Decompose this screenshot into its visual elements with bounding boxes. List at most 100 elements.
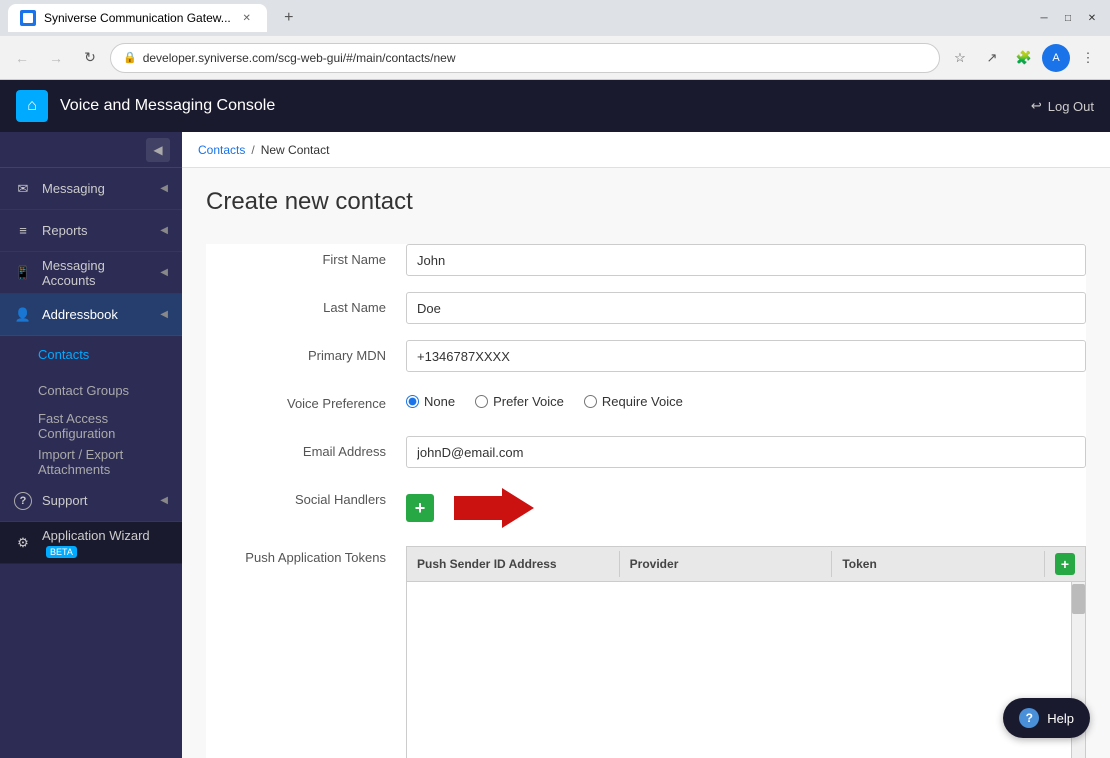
add-push-token-button[interactable]: + [1055, 553, 1075, 575]
browser-tab[interactable]: Syniverse Communication Gatew... ✕ [8, 4, 267, 32]
primary-mdn-input[interactable] [406, 340, 1086, 372]
logout-label: Log Out [1048, 99, 1094, 114]
voice-radio-prefer[interactable] [475, 395, 488, 408]
logout-icon: ↩ [1031, 98, 1042, 114]
social-handlers-row: Social Handlers + [206, 484, 1086, 528]
voice-none-label: None [424, 394, 455, 409]
push-tokens-row: Push Application Tokens Push Sender ID A… [206, 542, 1086, 758]
token-header: Token [832, 551, 1045, 577]
sidebar-item-messaging-accounts[interactable]: 📱 Messaging Accounts ◀ [0, 252, 182, 294]
toolbar-actions: ☆ ↗ 🧩 A ⋮ [946, 44, 1102, 72]
breadcrumb-parent-link[interactable]: Contacts [198, 143, 245, 157]
reports-arrow-icon: ◀ [160, 225, 168, 236]
contact-groups-sub-label: Contact Groups [38, 383, 129, 398]
page-title: Create new contact [206, 188, 1086, 216]
new-tab-button[interactable]: + [275, 4, 303, 32]
application-wizard-icon: ⚙ [14, 534, 32, 552]
addressbook-arrow-icon: ◀ [160, 309, 168, 320]
forward-button[interactable]: → [42, 44, 70, 72]
addressbook-icon: 👤 [14, 306, 32, 324]
push-tokens-control: Push Sender ID Address Provider Token + [406, 542, 1086, 758]
push-tokens-table: Push Sender ID Address Provider Token + [406, 546, 1086, 758]
voice-option-prefer[interactable]: Prefer Voice [475, 394, 564, 409]
messaging-accounts-arrow-icon: ◀ [160, 267, 168, 278]
primary-mdn-control [406, 340, 1086, 372]
voice-preference-control: None Prefer Voice Require Voice [406, 388, 1086, 409]
help-button[interactable]: ? Help [1003, 698, 1090, 738]
voice-prefer-label: Prefer Voice [493, 394, 564, 409]
address-text: developer.syniverse.com/scg-web-gui/#/ma… [143, 51, 927, 65]
address-bar[interactable]: 🔒 developer.syniverse.com/scg-web-gui/#/… [110, 43, 940, 73]
lock-icon: 🔒 [123, 51, 137, 64]
contacts-sub-label: Contacts [38, 347, 89, 362]
create-contact-form: First Name Last Name [206, 244, 1086, 758]
minimize-button[interactable]: ─ [1034, 8, 1054, 28]
sidebar-sub-item-import-export[interactable]: Import / Export Attachments [0, 444, 182, 480]
tab-close-button[interactable]: ✕ [239, 10, 255, 26]
first-name-input[interactable] [406, 244, 1086, 276]
back-button[interactable]: ← [8, 44, 36, 72]
extensions-button[interactable]: 🧩 [1010, 44, 1038, 72]
maximize-button[interactable]: □ [1058, 8, 1078, 28]
voice-require-label: Require Voice [602, 394, 683, 409]
voice-preference-label: Voice Preference [206, 388, 406, 411]
sidebar-item-support[interactable]: ? Support ◀ [0, 480, 182, 522]
scrollbar-thumb [1072, 584, 1085, 614]
logout-button[interactable]: ↩ Log Out [1031, 98, 1094, 114]
bookmark-star-button[interactable]: ☆ [946, 44, 974, 72]
voice-option-none[interactable]: None [406, 394, 455, 409]
share-button[interactable]: ↗ [978, 44, 1006, 72]
tab-title: Syniverse Communication Gatew... [44, 11, 231, 25]
sidebar-item-reports[interactable]: ≡ Reports ◀ [0, 210, 182, 252]
home-button[interactable]: ⌂ [16, 90, 48, 122]
sidebar-sub-item-contact-groups[interactable]: Contact Groups [0, 372, 182, 408]
app-title: Voice and Messaging Console [60, 97, 1019, 115]
close-button[interactable]: ✕ [1082, 8, 1102, 28]
last-name-input[interactable] [406, 292, 1086, 324]
home-icon: ⌂ [27, 97, 37, 115]
first-name-control [406, 244, 1086, 276]
support-icon: ? [14, 492, 32, 510]
social-handlers-controls: + [406, 484, 1086, 528]
primary-mdn-row: Primary MDN [206, 340, 1086, 374]
main-content: Contacts / New Contact Create new contac… [182, 132, 1110, 758]
reports-icon: ≡ [14, 222, 32, 240]
profile-button[interactable]: A [1042, 44, 1070, 72]
browser-toolbar: ← → ↻ 🔒 developer.syniverse.com/scg-web-… [0, 36, 1110, 80]
breadcrumb-current-page: New Contact [261, 143, 330, 157]
add-social-handler-button[interactable]: + [406, 494, 434, 522]
profile-avatar: A [1042, 44, 1070, 72]
messaging-arrow-icon: ◀ [160, 183, 168, 194]
voice-radio-none[interactable] [406, 395, 419, 408]
help-icon: ? [1019, 708, 1039, 728]
import-export-sub-label: Import / Export Attachments [38, 447, 168, 477]
sidebar-item-messaging[interactable]: ✉ Messaging ◀ [0, 168, 182, 210]
last-name-row: Last Name [206, 292, 1086, 326]
sidebar-item-addressbook[interactable]: 👤 Addressbook ◀ [0, 294, 182, 336]
email-input[interactable] [406, 436, 1086, 468]
refresh-button[interactable]: ↻ [76, 44, 104, 72]
sidebar-sub-item-fast-access[interactable]: Fast Access Configuration [0, 408, 182, 444]
sidebar-sub-item-contacts[interactable]: Contacts [0, 336, 182, 372]
beta-badge: BETA [46, 546, 77, 558]
menu-button[interactable]: ⋮ [1074, 44, 1102, 72]
primary-mdn-label: Primary MDN [206, 340, 406, 363]
messaging-icon: ✉ [14, 180, 32, 198]
voice-radio-require[interactable] [584, 395, 597, 408]
sidebar-toggle-area: ◀ [0, 132, 182, 168]
email-label: Email Address [206, 436, 406, 459]
push-tokens-body [406, 581, 1086, 758]
voice-preference-radio-group: None Prefer Voice Require Voice [406, 388, 1086, 409]
last-name-control [406, 292, 1086, 324]
browser-titlebar: Syniverse Communication Gatew... ✕ + ─ □… [0, 0, 1110, 36]
sidebar-collapse-button[interactable]: ◀ [146, 138, 170, 162]
voice-option-require[interactable]: Require Voice [584, 394, 683, 409]
arrow-indicator [446, 488, 534, 528]
app-container: ⌂ Voice and Messaging Console ↩ Log Out … [0, 80, 1110, 758]
tab-favicon [20, 10, 36, 26]
content-area: Create new contact First Name Last Name [182, 168, 1110, 758]
sidebar-item-application-wizard[interactable]: ⚙ Application Wizard BETA [0, 522, 182, 564]
push-sender-id-header: Push Sender ID Address [407, 551, 620, 577]
email-control [406, 436, 1086, 468]
wizard-label: Application Wizard [42, 528, 150, 543]
